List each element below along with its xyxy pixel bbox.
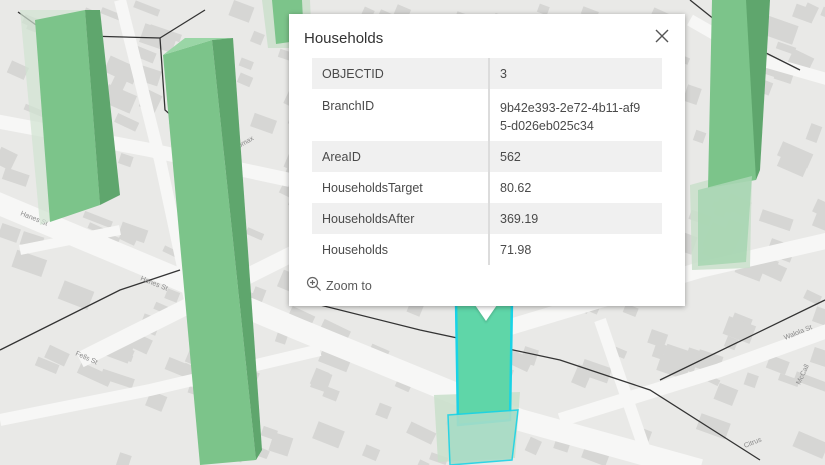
- zoom-to-label: Zoom to: [326, 278, 372, 293]
- attribute-name: AreaID: [312, 141, 490, 172]
- attribute-value: 369.19: [500, 211, 539, 226]
- popup-title: Households: [304, 30, 384, 47]
- attribute-table: OBJECTID 3 BranchID 9b42e393-2e72-4b11-a…: [312, 58, 662, 265]
- attribute-value: 80.62: [500, 180, 532, 195]
- attribute-name: HouseholdsAfter: [312, 203, 490, 234]
- attribute-value: 3: [500, 66, 507, 81]
- attribute-row: Households 71.98: [312, 234, 662, 265]
- attribute-row: BranchID 9b42e393-2e72-4b11-af95-d026eb0…: [312, 89, 662, 141]
- zoom-in-icon: [306, 276, 322, 295]
- close-icon[interactable]: [653, 27, 671, 45]
- attribute-name: Households: [312, 234, 490, 265]
- attribute-row: HouseholdsAfter 369.19: [312, 203, 662, 234]
- attribute-row: AreaID 562: [312, 141, 662, 172]
- attribute-name: BranchID: [312, 89, 490, 141]
- attribute-row: HouseholdsTarget 80.62: [312, 172, 662, 203]
- attribute-value: 71.98: [500, 242, 532, 257]
- attribute-value: 562: [500, 149, 521, 164]
- feature-popup: Households OBJECTID 3 BranchID 9b42e393-…: [289, 14, 685, 306]
- popup-pointer: [475, 305, 497, 321]
- zoom-to-button[interactable]: Zoom to: [306, 276, 372, 295]
- attribute-value: 9b42e393-2e72-4b11-af95-d026eb025c34: [500, 101, 641, 133]
- attribute-name: OBJECTID: [312, 58, 490, 89]
- attribute-row: OBJECTID 3: [312, 58, 662, 89]
- attribute-name: HouseholdsTarget: [312, 172, 490, 203]
